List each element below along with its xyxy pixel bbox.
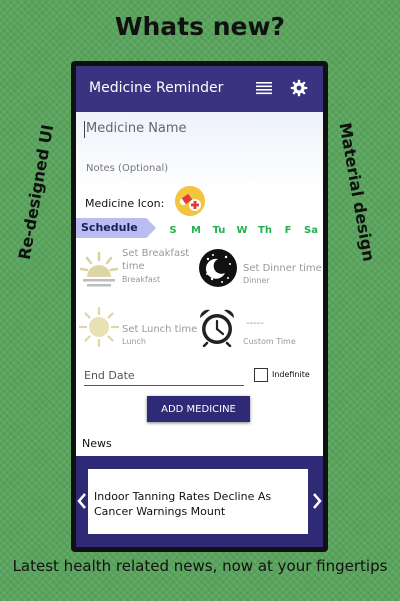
day-toggle-wednesday[interactable]: W (233, 225, 251, 236)
day-toggle-thursday[interactable]: Th (256, 225, 274, 236)
breakfast-time-title[interactable]: Set Breakfast time (122, 247, 202, 273)
notes-input[interactable] (86, 163, 286, 174)
promo-caption: Latest health related news, now at your … (12, 557, 388, 575)
custom-time-title[interactable]: ----- (246, 317, 264, 330)
medicine-icon-label: Medicine Icon: (85, 197, 165, 210)
news-headline[interactable]: Indoor Tanning Rates Decline As Cancer W… (94, 489, 302, 519)
medicine-name-input[interactable] (86, 121, 311, 136)
day-toggle-friday[interactable]: F (279, 225, 297, 236)
app-bar: Medicine Reminder (76, 66, 323, 112)
schedule-label: Schedule (81, 221, 138, 234)
pill-icon[interactable] (175, 186, 205, 216)
indefinite-label: Indefinite (272, 370, 310, 379)
app-title: Medicine Reminder (89, 80, 224, 96)
day-toggle-saturday[interactable]: Sa (302, 225, 320, 236)
lunch-label: Lunch (122, 337, 146, 346)
indefinite-checkbox[interactable] (254, 368, 268, 382)
lunch-time-title[interactable]: Set Lunch time (122, 323, 202, 336)
dinner-label: Dinner (243, 276, 270, 285)
moon-night-icon[interactable] (198, 248, 238, 288)
chevron-left-icon[interactable] (77, 492, 87, 510)
list-menu-icon[interactable] (256, 81, 272, 95)
end-date-input[interactable] (84, 369, 244, 386)
app-screen: Medicine Reminder Medicine Name Notes (O… (76, 66, 323, 547)
add-medicine-button[interactable]: ADD MEDICINE (147, 396, 250, 422)
custom-time-label: Custom Time (243, 337, 296, 346)
promo-headline: Whats new? (114, 12, 286, 41)
sun-icon[interactable] (79, 307, 119, 347)
promo-left-badge: Re-designed UI (14, 122, 58, 262)
sunrise-icon[interactable] (79, 249, 119, 289)
text-cursor (84, 121, 85, 138)
dinner-time-title[interactable]: Set Dinner time (243, 262, 323, 275)
news-carousel: Indoor Tanning Rates Decline As Cancer W… (76, 456, 323, 547)
day-toggle-tuesday[interactable]: Tu (210, 225, 228, 236)
chevron-right-icon[interactable] (312, 492, 322, 510)
day-toggle-monday[interactable]: M (187, 225, 205, 236)
day-toggle-sunday[interactable]: S (164, 225, 182, 236)
alarm-clock-icon[interactable] (197, 307, 237, 347)
promo-right-badge: Material design (335, 121, 379, 263)
gear-icon[interactable] (290, 79, 308, 97)
phone-frame: Medicine Reminder Medicine Name Notes (O… (71, 61, 328, 552)
news-section-label: News (82, 437, 112, 450)
breakfast-label: Breakfast (122, 275, 161, 284)
news-card[interactable]: Indoor Tanning Rates Decline As Cancer W… (88, 469, 308, 534)
